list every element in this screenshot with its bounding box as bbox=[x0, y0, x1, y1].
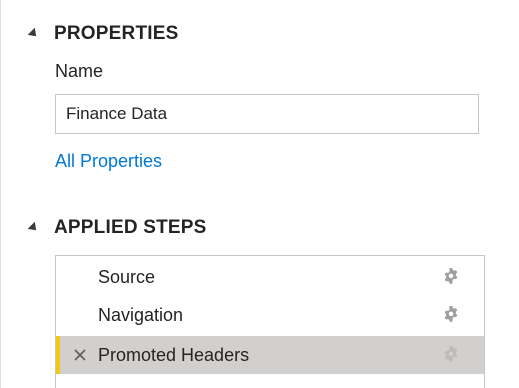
pane-divider bbox=[0, 0, 1, 388]
properties-section-header[interactable]: PROPERTIES bbox=[27, 21, 179, 47]
name-label: Name bbox=[55, 61, 104, 81]
gear-icon[interactable] bbox=[442, 268, 460, 286]
step-label: Promoted Headers bbox=[98, 344, 250, 365]
step-row-promoted-headers[interactable]: Promoted Headers bbox=[56, 336, 484, 374]
properties-section-title: PROPERTIES bbox=[54, 23, 179, 44]
gear-icon[interactable] bbox=[442, 306, 460, 324]
applied-steps-section-header[interactable]: APPLIED STEPS bbox=[27, 215, 207, 241]
step-label: Navigation bbox=[98, 304, 184, 325]
applied-steps-list: Source Navigation Promoted Headers bbox=[55, 255, 485, 388]
caret-collapse-icon bbox=[27, 27, 40, 40]
step-label: Source bbox=[98, 266, 156, 287]
query-name-input[interactable] bbox=[55, 94, 479, 134]
caret-collapse-icon bbox=[27, 221, 40, 234]
gear-icon[interactable] bbox=[442, 346, 460, 364]
step-row-source[interactable]: Source bbox=[56, 258, 484, 296]
all-properties-link[interactable]: All Properties bbox=[55, 151, 162, 172]
query-settings-pane: PROPERTIES Name All Properties APPLIED S… bbox=[0, 0, 519, 388]
step-row-navigation[interactable]: Navigation bbox=[56, 296, 484, 334]
applied-steps-section-title: APPLIED STEPS bbox=[54, 217, 207, 238]
close-icon[interactable] bbox=[70, 345, 90, 365]
